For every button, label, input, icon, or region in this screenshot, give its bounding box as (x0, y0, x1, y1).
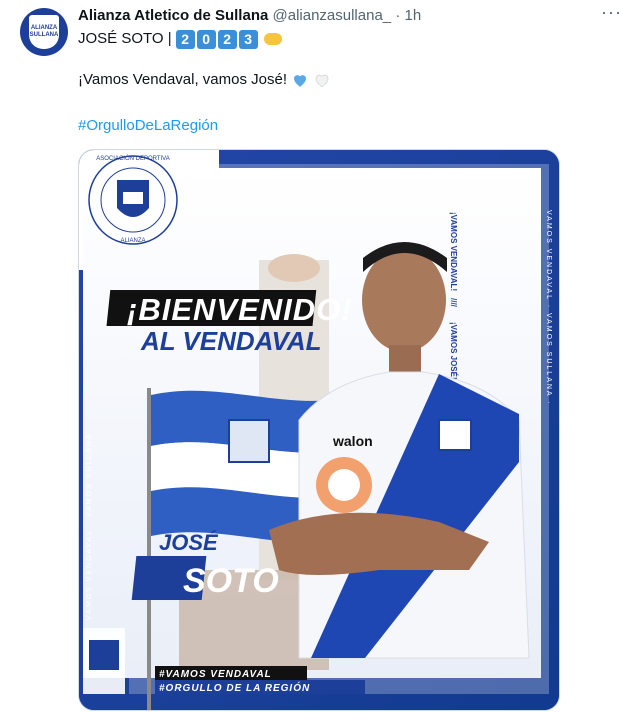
hashtag-link[interactable]: #OrgulloDeLaRegión (78, 116, 218, 136)
author-handle[interactable]: @alianzasullana_ (273, 7, 392, 24)
club-badge: ASOCIACIÓN DEPORTIVA ALIANZA (88, 155, 178, 245)
crest-text-bottom: SULLANA (29, 32, 59, 38)
badge-ring-text: ASOCIACIÓN DEPORTIVA (96, 155, 169, 162)
badge-ring-bottom: ALIANZA (120, 238, 145, 244)
separator: · (395, 7, 401, 24)
footer-hashtag-1: #VAMOS VENDAVAL (159, 669, 272, 680)
side-text-right: VAMOS VENDAVAL · VAMOS SULLANA · (545, 210, 552, 405)
more-icon[interactable]: ··· (601, 2, 622, 23)
side-text-left: VAMOS VENDAVAL · VAMOS SULLANA · (86, 425, 93, 620)
tweet-line-2: ¡Vamos Vendaval, vamos José! (78, 70, 331, 90)
player-last-name: SOTO (183, 562, 279, 600)
blue-heart-icon (294, 75, 306, 87)
vertical-slogan-2: ¡VAMOS JOSÉ! (449, 322, 458, 380)
player-first-name: JOSÉ (159, 530, 219, 555)
tweet-header: Alianza Atletico de Sullana @alianzasull… (78, 6, 421, 26)
year-digit: 2 (217, 29, 237, 49)
welcome-title: ¡BIENVENIDO! (127, 292, 353, 327)
year-digit: 0 (196, 29, 216, 49)
author-name[interactable]: Alianza Atletico de Sullana (78, 7, 268, 24)
tweet-media-image[interactable]: ASOCIACIÓN DEPORTIVA ALIANZA VAMOS VENDA… (78, 149, 560, 711)
vertical-slogan-sep: //// (449, 298, 458, 308)
tweet-text: ¡Vamos Vendaval, vamos José! (78, 71, 287, 88)
vertical-slogan-1: ¡VAMOS VENDAVAL! (449, 212, 458, 291)
poster-graphic: ASOCIACIÓN DEPORTIVA ALIANZA VAMOS VENDA… (79, 150, 559, 710)
author-avatar[interactable]: ALIANZA SULLANA (20, 8, 68, 56)
year-keycaps: 2 0 2 3 (175, 29, 258, 49)
handshake-emoji-icon (263, 33, 282, 45)
club-crest-icon: ALIANZA SULLANA (29, 15, 59, 49)
tweet-text-prefix: JOSÉ SOTO | (78, 30, 172, 47)
footer-hashtag-2: #ORGULLO DE LA REGIÓN (159, 681, 310, 694)
tweet-line-1: JOSÉ SOTO | 2 0 2 3 (78, 29, 282, 49)
tweet-time[interactable]: 1h (404, 7, 421, 24)
shirt-sponsor: walon (332, 433, 373, 449)
welcome-subtitle: AL VENDAVAL (140, 326, 322, 356)
year-digit: 2 (175, 29, 195, 49)
year-digit: 3 (238, 29, 258, 49)
crest-text-top: ALIANZA (30, 25, 58, 31)
white-heart-icon (315, 74, 329, 88)
